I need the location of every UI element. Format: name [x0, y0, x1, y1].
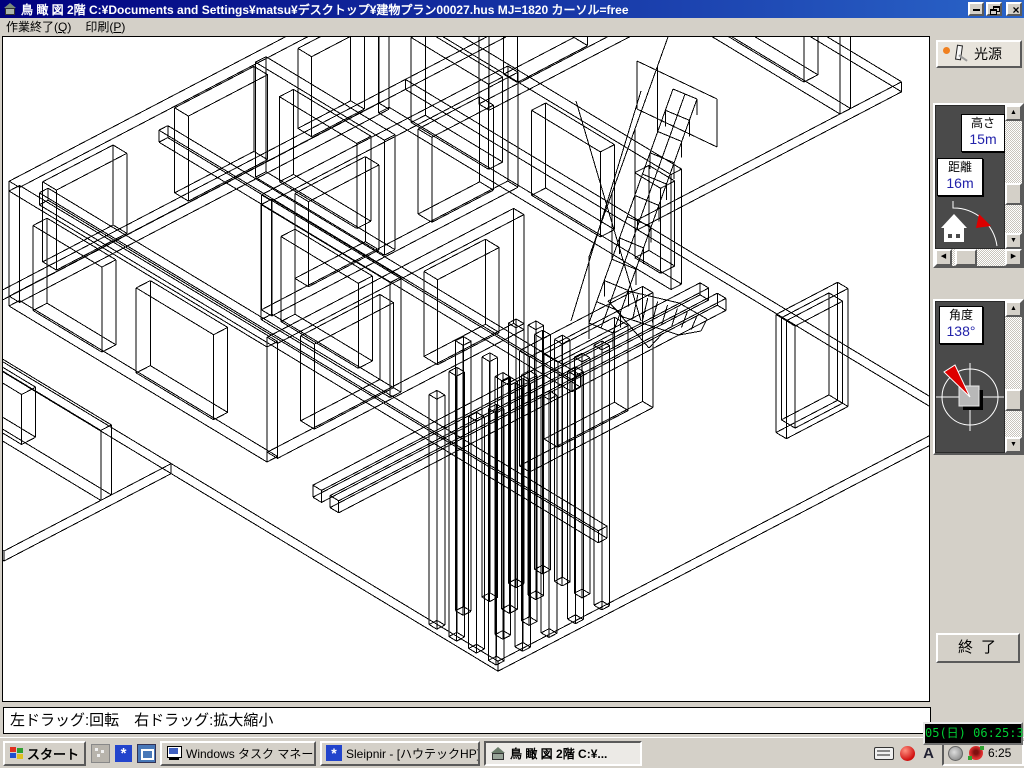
flower-tray-icon[interactable] [969, 746, 983, 760]
view-position-canvas[interactable]: 高さ 15m 距離 16m [935, 105, 1005, 249]
window-title: 鳥 瞰 図 2階 C:¥Documents and Settings¥matsu… [21, 1, 966, 18]
angle-scroll-up-button[interactable]: ▲ [1005, 301, 1022, 317]
exit-button[interactable]: 終了 [936, 633, 1020, 663]
ime-indicator[interactable]: A [923, 745, 934, 762]
angle-scrollbar-track[interactable] [1005, 317, 1022, 437]
angle-scroll-down-button[interactable]: ▼ [1005, 437, 1022, 453]
app-icon [3, 3, 17, 15]
down-arrow-icon: ▼ [1010, 441, 1017, 448]
title-bar[interactable]: 鳥 瞰 図 2階 C:¥Documents and Settings¥matsu… [0, 0, 1024, 18]
height-box: 高さ 15m [961, 114, 1005, 152]
keyboard-icon[interactable] [874, 747, 894, 760]
volume-icon[interactable] [948, 746, 963, 761]
monitor-icon [166, 746, 182, 760]
distance-label: 距離 [938, 159, 982, 175]
house-elevation-icon [938, 198, 1004, 248]
distance-box: 距離 16m [937, 158, 983, 196]
compass-icon [936, 354, 1004, 440]
task-button-birdview-active[interactable]: 鳥 瞰 図 2階 C:¥... [484, 741, 642, 766]
right-arrow-icon: ▶ [1011, 253, 1016, 260]
close-button[interactable]: × [1006, 2, 1022, 16]
start-button[interactable]: スタート [3, 741, 86, 766]
menu-bar: 作業終了(Q) 印刷(P) [0, 18, 1024, 35]
sleipnir-icon: * [326, 745, 342, 761]
horizontal-scrollbar-thumb[interactable] [955, 249, 977, 266]
red-ball-tray-icon[interactable] [900, 746, 915, 761]
menu-item-exit[interactable]: 作業終了(Q) [0, 17, 79, 36]
up-arrow-icon: ▲ [1010, 109, 1017, 116]
wireframe-viewport[interactable] [2, 36, 930, 702]
light-source-label: 光源 [974, 44, 1002, 64]
scroll-left-button[interactable]: ◀ [935, 249, 952, 266]
angle-label: 角度 [940, 307, 982, 323]
angle-value: 138° [940, 323, 982, 339]
angle-box: 角度 138° [939, 306, 983, 344]
scroll-up-button[interactable]: ▲ [1005, 105, 1022, 121]
light-dot-icon [943, 47, 950, 54]
task-button-taskmanager[interactable]: Windows タスク マネージャ [160, 741, 316, 766]
up-arrow-icon: ▲ [1010, 305, 1017, 312]
left-arrow-icon: ◀ [941, 253, 946, 260]
status-bar: 左ドラッグ:回転 右ドラッグ:拡大縮小 [3, 707, 931, 734]
height-label: 高さ [962, 115, 1004, 131]
task-button-sleipnir[interactable]: * Sleipnir - [ハウテックHP] [320, 741, 480, 766]
view-angle-panel: 角度 138° ▲ ▼ [933, 299, 1024, 455]
view-position-panel: 高さ 15m 距離 16m ▲ ▼ ◀ ▶ [933, 103, 1024, 268]
tray-clock[interactable]: 6:25 [988, 746, 1011, 760]
vertical-scrollbar-track[interactable] [1005, 121, 1022, 233]
menu-item-print[interactable]: 印刷(P) [79, 17, 133, 36]
minimize-icon [973, 9, 980, 11]
angle-scrollbar-thumb[interactable] [1005, 389, 1022, 411]
birdview-app-icon [490, 747, 506, 760]
windows-logo-icon [10, 747, 24, 759]
light-source-button[interactable]: 光源 [936, 40, 1022, 68]
sleipnir-quicklaunch-icon[interactable]: * [115, 745, 132, 762]
angle-arrow [944, 365, 970, 397]
distance-value: 16m [938, 175, 982, 191]
height-value: 15m [962, 131, 1004, 147]
minimize-button[interactable] [968, 2, 984, 16]
light-pen-icon [952, 44, 966, 64]
desktop-clock: 05(日) 06:25:36 [923, 722, 1023, 745]
show-desktop-icon[interactable] [91, 744, 110, 763]
view-angle-canvas[interactable]: 角度 138° [935, 301, 1005, 453]
taskbar: スタート * Windows タスク マネージャ * Sleipnir - [ハ… [0, 737, 1024, 768]
desktop: { "window": { "title": "鳥 瞰 図 2階 C:¥Docu… [0, 0, 1024, 768]
browser-quicklaunch-icon[interactable] [137, 744, 156, 763]
down-arrow-icon: ▼ [1010, 237, 1017, 244]
close-icon: × [1008, 4, 1024, 18]
scroll-down-button[interactable]: ▼ [1005, 233, 1022, 249]
restore-button[interactable] [986, 2, 1002, 16]
scroll-right-button[interactable]: ▶ [1005, 249, 1022, 266]
building-wireframe [3, 37, 929, 701]
status-text: 左ドラッグ:回転 右ドラッグ:拡大縮小 [10, 712, 273, 729]
vertical-scrollbar-thumb[interactable] [1005, 183, 1022, 205]
